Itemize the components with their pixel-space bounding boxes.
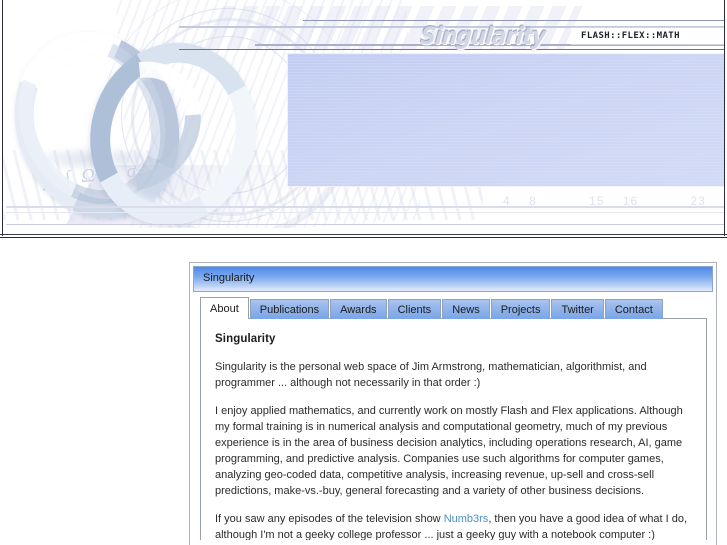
site-tagline: FLASH::FLEX::MATH <box>581 31 680 41</box>
content-paragraph-3: If you saw any episodes of the televisio… <box>215 511 692 540</box>
site-header-banner: ∑ ∫ Ω Δ σ² Singularity FLASH::FLEX::MATH… <box>3 0 724 228</box>
content-heading: Singularity <box>215 333 276 345</box>
tab-content-pane: Singularity Singularity is the personal … <box>200 318 707 540</box>
site-wordmark: Singularity <box>419 22 547 50</box>
tab-twitter[interactable]: Twitter <box>551 299 604 319</box>
page-root: ∑ ∫ Ω Δ σ² Singularity FLASH::FLEX::MATH… <box>0 0 727 545</box>
paragraph-3-text-before: If you saw any episodes of the televisio… <box>215 513 444 525</box>
header-rule <box>6 206 724 208</box>
infinity-logo-icon <box>3 6 278 228</box>
numb3rs-link[interactable]: Numb3rs <box>444 513 489 525</box>
panel-titlebar: Singularity <box>193 266 713 292</box>
tab-clients[interactable]: Clients <box>387 299 442 319</box>
header-rule <box>6 224 724 225</box>
hero-blue-panel <box>287 53 724 187</box>
about-content: Singularity Singularity is the personal … <box>201 319 706 540</box>
page-border-left <box>2 0 3 236</box>
tab-news[interactable]: News <box>442 299 490 319</box>
header-divider <box>0 237 727 238</box>
content-paragraph-2: I enjoy applied mathematics, and current… <box>215 405 683 497</box>
header-rule <box>303 20 724 21</box>
tab-about[interactable]: About <box>200 297 249 319</box>
tab-awards[interactable]: Awards <box>330 299 387 319</box>
tab-projects[interactable]: Projects <box>490 299 551 319</box>
header-rule <box>6 212 724 213</box>
tab-publications[interactable]: Publications <box>249 299 330 319</box>
content-paragraph-1: Singularity is the personal web space of… <box>215 361 647 389</box>
application-panel: Singularity About Publications Awards Cl… <box>189 262 717 545</box>
tab-contact[interactable]: Contact <box>604 299 663 319</box>
page-border-right <box>724 0 725 236</box>
header-divider <box>0 234 727 235</box>
panel-title: Singularity <box>203 272 255 284</box>
tab-bar: About Publications Awards Clients News P… <box>200 297 716 319</box>
